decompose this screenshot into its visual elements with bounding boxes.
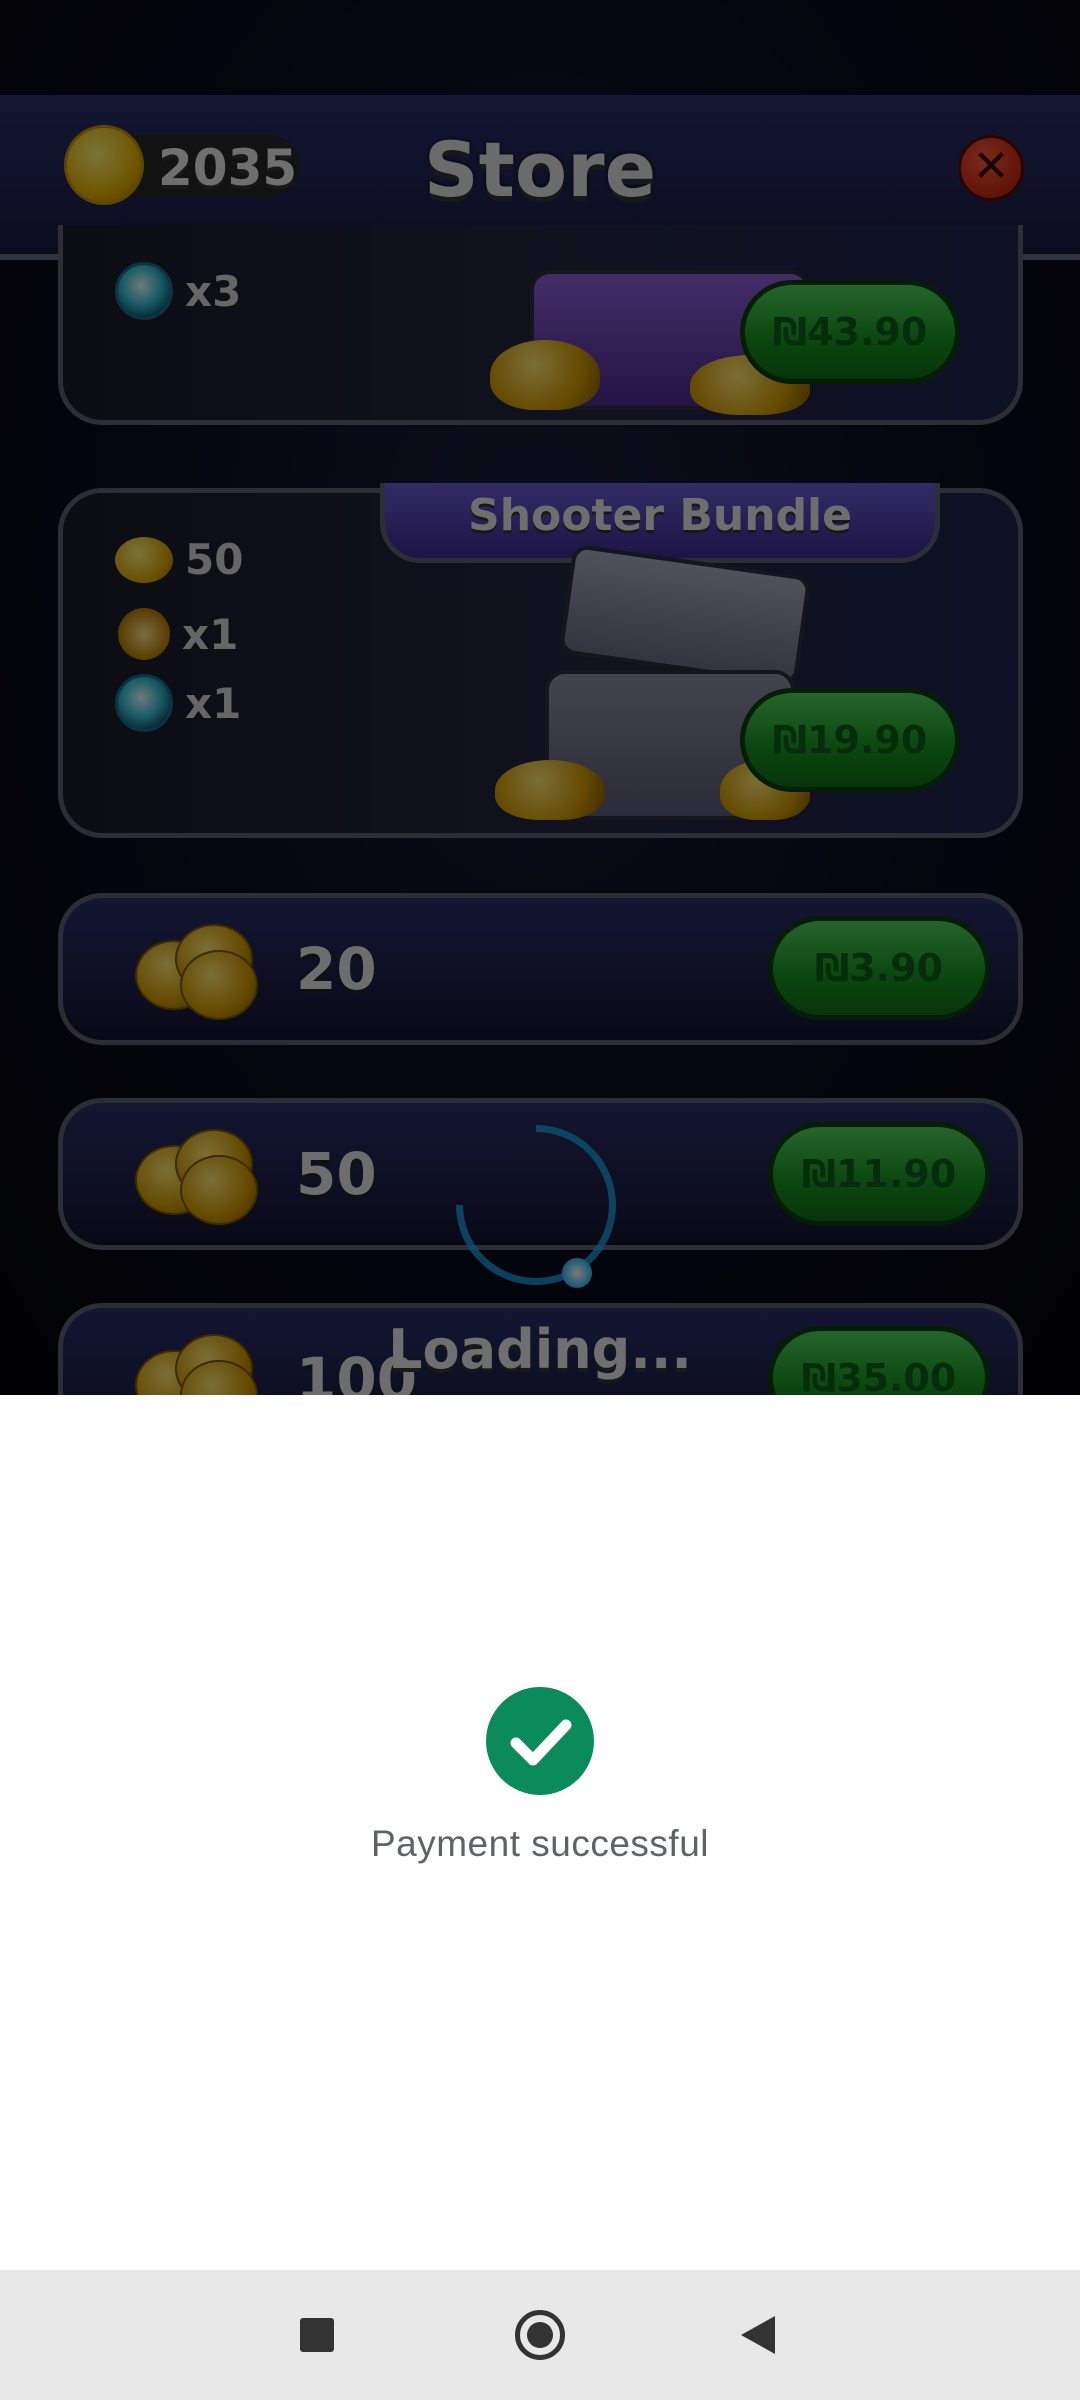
coin-pack-amount: 50 (296, 1140, 377, 1208)
coin-pack-amount: 20 (296, 935, 377, 1003)
shooter-bundle-item-label: x1 (182, 609, 239, 659)
game-store-screen: 2035 Store ✕ x3 ₪43.90 Shooter Bundle 50… (0, 0, 1080, 1395)
loading-text: Loading... (388, 1318, 692, 1381)
blue-orb-icon (115, 262, 173, 320)
close-store-button[interactable]: ✕ (958, 135, 1024, 201)
spinner-dot (562, 1258, 592, 1288)
top-bundle-buy-button[interactable]: ₪43.90 (740, 280, 960, 384)
coin-pile-icon (495, 760, 605, 820)
store-title: Store (423, 125, 657, 214)
coin-stack-icon (135, 920, 265, 1020)
payment-sheet: Payment successful (0, 1395, 1080, 2270)
coin-pack-buy-button[interactable]: ₪11.90 (768, 1122, 990, 1226)
coin-stack-icon (135, 1125, 265, 1225)
coin-pile-icon (490, 340, 600, 410)
top-bundle-item-label: x3 (185, 266, 242, 316)
system-nav-bar (0, 2270, 1080, 2400)
back-icon[interactable] (741, 2316, 775, 2354)
recents-icon[interactable] (300, 2318, 334, 2352)
home-icon[interactable] (515, 2310, 565, 2360)
shooter-bundle-item-label: x1 (185, 678, 242, 728)
shooter-bundle-buy-button[interactable]: ₪19.90 (740, 688, 960, 792)
shooter-bundle-item: x1 (118, 608, 238, 660)
coins-icon (115, 536, 173, 583)
shooter-bundle-title: Shooter Bundle (380, 483, 940, 563)
close-icon: ✕ (972, 141, 1010, 192)
gold-orb-icon (118, 608, 170, 660)
payment-status-message: Payment successful (370, 1823, 710, 1864)
coin-pack-buy-button[interactable]: ₪3.90 (768, 916, 990, 1020)
check-circle-icon (486, 1687, 594, 1795)
shooter-bundle-item: x1 (115, 674, 241, 732)
shooter-bundle-item: 50 (115, 535, 243, 584)
top-bundle-item: x3 (115, 262, 241, 320)
blue-orb-icon (115, 674, 173, 732)
shooter-bundle-item-label: 50 (185, 535, 244, 584)
